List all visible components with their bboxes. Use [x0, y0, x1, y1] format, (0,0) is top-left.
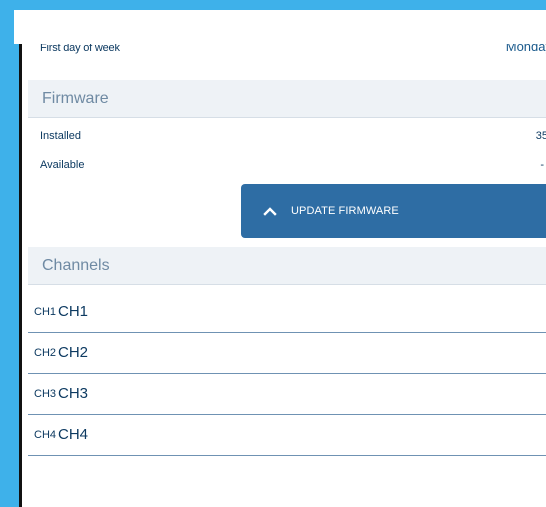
channel-id: CH1 [34, 306, 57, 318]
firmware-available-row: Available - [22, 159, 546, 179]
update-firmware-label: UPDATE FIRMWARE [291, 205, 399, 217]
channel-name: CH4 [58, 426, 89, 443]
available-value: - [540, 159, 544, 171]
channel-name: CH3 [58, 385, 89, 402]
installed-value: 35 [535, 130, 546, 142]
first-day-of-week-row[interactable]: First day of week Monday [22, 44, 546, 74]
chevron-up-icon [257, 203, 283, 219]
firmware-title: Firmware [42, 90, 109, 107]
firmware-installed-row: Installed 35 [22, 130, 546, 150]
settings-panel: First day of week Monday Firmware Instal… [22, 44, 546, 507]
update-firmware-button[interactable]: UPDATE FIRMWARE [241, 184, 546, 238]
available-label: Available [40, 159, 85, 171]
first-day-of-week-label: First day of week [40, 44, 120, 54]
channel-row-ch3[interactable]: CH3 CH3 [28, 374, 546, 415]
firmware-section-header: Firmware [28, 80, 546, 118]
channels-title: Channels [42, 257, 110, 274]
card-top [14, 10, 546, 44]
channel-name: CH1 [58, 303, 89, 320]
channel-name: CH2 [58, 344, 89, 361]
top-bar [0, 0, 546, 10]
channels-section-header: Channels [28, 247, 546, 284]
channel-id: CH4 [34, 429, 57, 441]
installed-label: Installed [40, 130, 81, 142]
channel-row-ch1[interactable]: CH1 CH1 [28, 292, 546, 333]
channel-row-ch4[interactable]: CH4 CH4 [28, 415, 546, 456]
first-day-of-week-value[interactable]: Monday [506, 44, 546, 54]
channel-id: CH3 [34, 388, 57, 400]
channel-id: CH2 [34, 347, 57, 359]
channel-row-ch2[interactable]: CH2 CH2 [28, 333, 546, 374]
channels-divider [28, 284, 546, 285]
app-screen: First day of week Monday Firmware Instal… [0, 0, 546, 507]
